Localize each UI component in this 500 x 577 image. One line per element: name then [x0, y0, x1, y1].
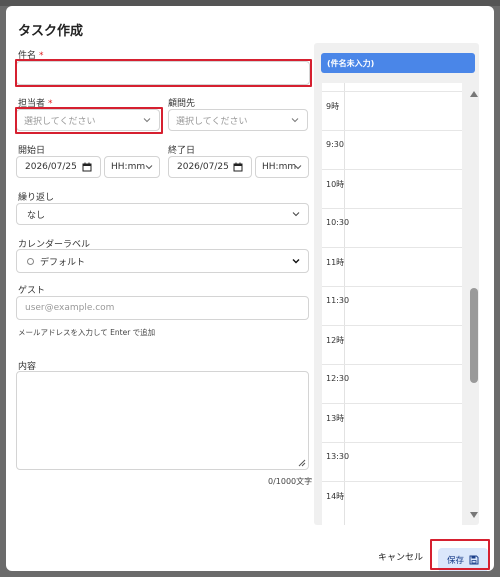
circle-icon: [27, 257, 34, 265]
time-slot-label: 11:30: [326, 296, 350, 305]
repeat-label: 繰り返し: [18, 193, 55, 203]
guest-label: ゲスト: [18, 286, 46, 296]
chevron-down-icon: [292, 212, 300, 217]
task-create-dialog: タスク作成 件名 * 担当者 * 選択してください 顧問先 選択してください 開始日…: [6, 6, 494, 571]
calendar-preview-panel: (件名未入力) 9時 9:30 10時 10:30 11時 11:30 12時 12:30 13…: [314, 43, 479, 525]
content-counter: 0/1000文字: [268, 477, 313, 486]
time-slot-label: 11時: [326, 258, 345, 267]
time-slot[interactable]: 12時: [322, 325, 462, 364]
time-slot-label: 10:30: [326, 218, 350, 227]
dialog-title: タスク作成: [18, 24, 84, 39]
time-slot[interactable]: 14時: [322, 481, 462, 520]
time-slot-label: 13:30: [326, 452, 350, 461]
time-slot[interactable]: 13:30: [322, 442, 462, 481]
content-textarea[interactable]: [16, 371, 309, 470]
time-slot[interactable]: 10:30: [322, 208, 462, 247]
time-slot-label: 12時: [326, 336, 345, 345]
time-slot-label: 13時: [326, 414, 345, 423]
chevron-down-icon: [291, 118, 299, 123]
calendar-icon[interactable]: [82, 162, 92, 172]
calendar-icon[interactable]: [233, 162, 243, 172]
client-label: 顧問先: [168, 99, 196, 109]
time-slot[interactable]: 11:30: [322, 286, 462, 325]
start-time-select[interactable]: HH:mm: [104, 156, 160, 178]
repeat-select[interactable]: なし: [16, 203, 309, 225]
guest-hint: メールアドレスを入力して Enter で追加: [18, 328, 156, 337]
assignee-highlight: [15, 107, 163, 134]
subject-highlight: [15, 59, 312, 87]
start-label: 開始日: [18, 146, 46, 156]
resize-handle-icon[interactable]: [298, 459, 306, 467]
scrollbar-thumb[interactable]: [470, 288, 478, 383]
cancel-button[interactable]: キャンセル: [378, 550, 423, 563]
start-date-input[interactable]: 2026/07/25: [16, 156, 101, 178]
client-select[interactable]: 選択してください: [168, 109, 308, 131]
calendar-label-select[interactable]: デフォルト: [16, 249, 309, 273]
time-slot-label: 10時: [326, 180, 345, 189]
time-slot[interactable]: 13時: [322, 403, 462, 442]
event-preview[interactable]: (件名未入力): [321, 53, 475, 73]
chevron-down-icon: [294, 165, 302, 170]
time-slot-label: 9時: [326, 102, 340, 111]
guest-input[interactable]: user@example.com: [16, 296, 309, 320]
time-slot-label: 14時: [326, 492, 345, 501]
time-slot[interactable]: 9:30: [322, 130, 462, 169]
end-date-input[interactable]: 2026/07/25: [168, 156, 252, 178]
save-highlight: [430, 539, 490, 570]
chevron-down-icon: [145, 165, 153, 170]
time-slot[interactable]: 11時: [322, 247, 462, 286]
scroll-down-icon[interactable]: [469, 511, 479, 519]
time-slot-label: 12:30: [326, 374, 350, 383]
time-slot[interactable]: 10時: [322, 169, 462, 208]
end-time-select[interactable]: HH:mm: [255, 156, 309, 178]
scroll-up-icon[interactable]: [469, 90, 479, 98]
time-slot[interactable]: 12:30: [322, 364, 462, 403]
time-grid[interactable]: 9時 9:30 10時 10:30 11時 11:30 12時 12:30 13時 13:30 14…: [322, 83, 462, 525]
time-slot-label: 9:30: [326, 140, 344, 149]
time-slot[interactable]: 9時: [322, 91, 462, 130]
end-label: 終了日: [168, 146, 196, 156]
chevron-down-icon: [292, 259, 300, 264]
